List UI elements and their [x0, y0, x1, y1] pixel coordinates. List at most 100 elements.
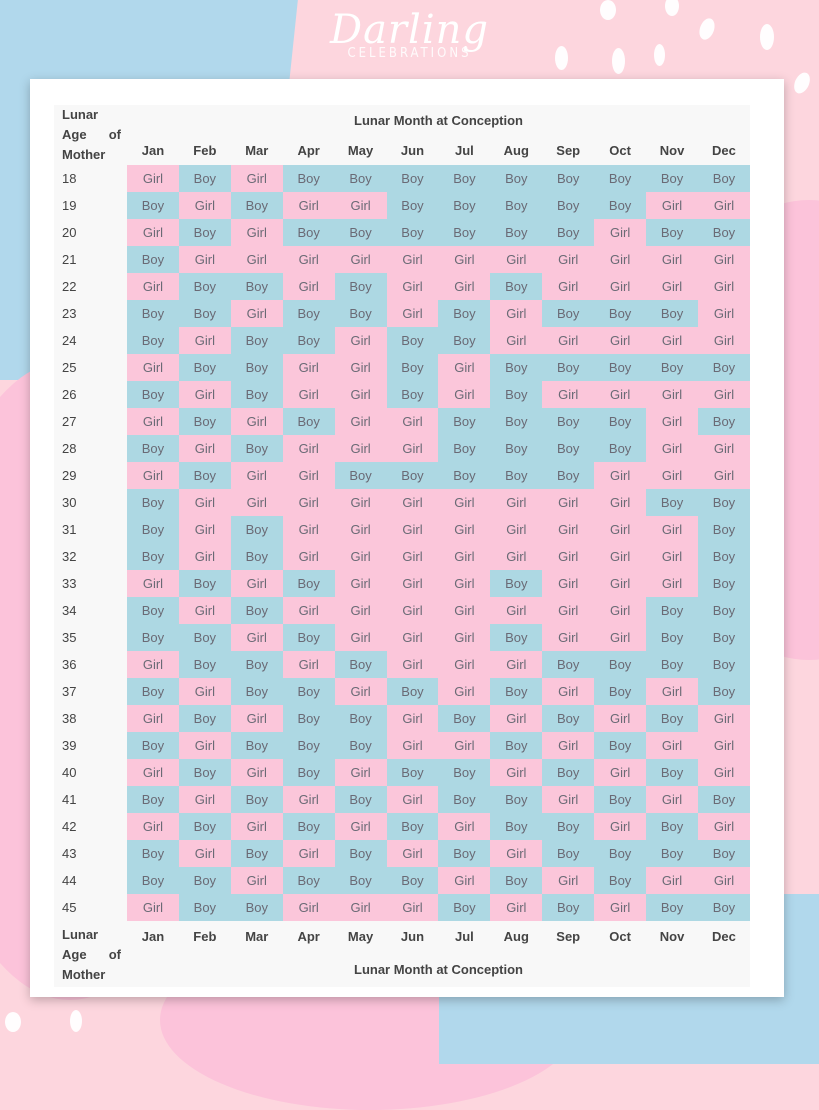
prediction-cell-boy: Boy — [178, 462, 231, 489]
table-row: 26 Boy Girl Boy Girl Girl Boy Girl Boy Girl Girl Gi… — [54, 381, 750, 408]
prediction-cell-girl: Girl — [386, 651, 439, 678]
prediction-cell-boy: Boy — [697, 165, 750, 192]
prediction-cell-boy: Boy — [386, 354, 439, 381]
prediction-cell-boy: Boy — [438, 894, 491, 921]
month-footer-sep: Sep — [556, 928, 581, 944]
prediction-cell-boy: Boy — [490, 273, 543, 300]
prediction-cell-boy: Boy — [438, 219, 491, 246]
prediction-cell-boy: Boy — [230, 354, 283, 381]
prediction-cell-girl: Girl — [646, 570, 698, 597]
prediction-cell-boy: Boy — [594, 678, 647, 705]
table-row: 34 Boy Girl Boy Girl Girl Girl Girl Girl Girl Girl… — [54, 597, 750, 624]
prediction-cell-boy: Boy — [542, 894, 595, 921]
prediction-cell-boy: Boy — [542, 300, 595, 327]
prediction-cell-girl: Girl — [490, 516, 543, 543]
prediction-cell-girl: Girl — [697, 300, 750, 327]
prediction-cell-boy: Boy — [230, 273, 283, 300]
prediction-cell-boy: Boy — [334, 219, 387, 246]
prediction-cell-girl: Girl — [230, 408, 283, 435]
prediction-cell-boy: Boy — [697, 354, 750, 381]
prediction-cell-girl: Girl — [282, 192, 335, 219]
prediction-cell-boy: Boy — [282, 759, 335, 786]
prediction-cell-boy: Boy — [178, 759, 231, 786]
prediction-cell-girl: Girl — [697, 246, 750, 273]
prediction-cell-girl: Girl — [334, 894, 387, 921]
prediction-cell-girl: Girl — [127, 408, 179, 435]
prediction-cell-girl: Girl — [490, 759, 543, 786]
prediction-cell-boy: Boy — [386, 381, 439, 408]
prediction-cell-girl: Girl — [542, 516, 595, 543]
prediction-cell-boy: Boy — [490, 678, 543, 705]
prediction-cell-boy: Boy — [230, 732, 283, 759]
prediction-cell-boy: Boy — [646, 489, 698, 516]
table-row: 21 Boy Girl Girl Girl Girl Girl Girl Girl Girl Gir… — [54, 246, 750, 273]
prediction-cell-girl: Girl — [542, 381, 595, 408]
prediction-cell-boy: Boy — [127, 435, 179, 462]
prediction-cell-girl: Girl — [282, 651, 335, 678]
prediction-cell-girl: Girl — [334, 192, 387, 219]
prediction-cell-boy: Boy — [697, 543, 750, 570]
prediction-cell-boy: Boy — [438, 435, 491, 462]
table-row: 32 Boy Girl Boy Girl Girl Girl Girl Girl Girl Girl… — [54, 543, 750, 570]
prediction-cell-boy: Boy — [697, 219, 750, 246]
prediction-cell-boy: Boy — [127, 867, 179, 894]
prediction-cell-girl: Girl — [386, 894, 439, 921]
prediction-cell-boy: Boy — [178, 894, 231, 921]
month-footer-feb: Feb — [193, 928, 217, 944]
prediction-cell-girl: Girl — [178, 327, 231, 354]
prediction-cell-girl: Girl — [542, 732, 595, 759]
prediction-cell-girl: Girl — [386, 516, 439, 543]
prediction-cell-boy: Boy — [697, 570, 750, 597]
prediction-cell-girl: Girl — [230, 462, 283, 489]
prediction-cell-girl: Girl — [178, 516, 231, 543]
prediction-cell-boy: Boy — [594, 786, 647, 813]
prediction-cell-boy: Boy — [127, 516, 179, 543]
prediction-cell-girl: Girl — [282, 543, 335, 570]
prediction-cell-girl: Girl — [646, 381, 698, 408]
prediction-cell-boy: Boy — [178, 867, 231, 894]
prediction-cell-girl: Girl — [490, 597, 543, 624]
prediction-cell-boy: Boy — [646, 651, 698, 678]
prediction-cell-girl: Girl — [542, 867, 595, 894]
prediction-cell-boy: Boy — [490, 192, 543, 219]
prediction-cell-boy: Boy — [282, 867, 335, 894]
prediction-cell-girl: Girl — [594, 813, 647, 840]
prediction-cell-girl: Girl — [646, 786, 698, 813]
prediction-cell-boy: Boy — [127, 381, 179, 408]
prediction-cell-girl: Girl — [282, 381, 335, 408]
table-row: 43 Boy Girl Boy Girl Boy Girl Boy Girl Boy Boy Boy B… — [54, 840, 750, 867]
row-header-word: of — [108, 947, 121, 962]
prediction-cell-girl: Girl — [490, 894, 543, 921]
prediction-cell-girl: Girl — [230, 813, 283, 840]
mother-age-label: 35 — [62, 630, 77, 645]
prediction-cell-girl: Girl — [697, 705, 750, 732]
prediction-cell-girl: Girl — [542, 327, 595, 354]
prediction-cell-girl: Girl — [178, 543, 231, 570]
prediction-cell-girl: Girl — [127, 354, 179, 381]
prediction-cell-boy: Boy — [542, 813, 595, 840]
prediction-cell-girl: Girl — [334, 408, 387, 435]
prediction-cell-boy: Boy — [282, 732, 335, 759]
prediction-cell-girl: Girl — [438, 813, 491, 840]
prediction-cell-boy: Boy — [438, 327, 491, 354]
prediction-cell-girl: Girl — [438, 543, 491, 570]
prediction-cell-boy: Boy — [178, 300, 231, 327]
prediction-cell-girl: Girl — [386, 786, 439, 813]
prediction-cell-boy: Boy — [127, 840, 179, 867]
table-row: 24 Boy Girl Boy Boy Girl Boy Boy Girl Girl Girl Gir… — [54, 327, 750, 354]
prediction-cell-boy: Boy — [542, 192, 595, 219]
mother-age-label: 37 — [62, 684, 77, 699]
prediction-cell-boy: Boy — [490, 381, 543, 408]
prediction-cell-girl: Girl — [438, 624, 491, 651]
gender-prediction-table: Lunar Age of Mother Lunar Month at Concep… — [54, 105, 750, 987]
prediction-cell-girl: Girl — [490, 651, 543, 678]
prediction-cell-boy: Boy — [438, 300, 491, 327]
table-row: 44 Boy Boy Girl Boy Boy Boy Girl Boy Girl Boy Girl G… — [54, 867, 750, 894]
table-row: 45 Girl Boy Boy Girl Girl Girl Boy Girl Boy Girl Bo… — [54, 894, 750, 921]
prediction-cell-girl: Girl — [697, 381, 750, 408]
prediction-cell-boy: Boy — [386, 678, 439, 705]
prediction-cell-girl: Girl — [594, 327, 647, 354]
prediction-cell-boy: Boy — [594, 651, 647, 678]
prediction-cell-girl: Girl — [230, 570, 283, 597]
table-row: 20 Girl Boy Girl Boy Boy Boy Boy Boy Boy Girl Boy Bo… — [54, 219, 750, 246]
